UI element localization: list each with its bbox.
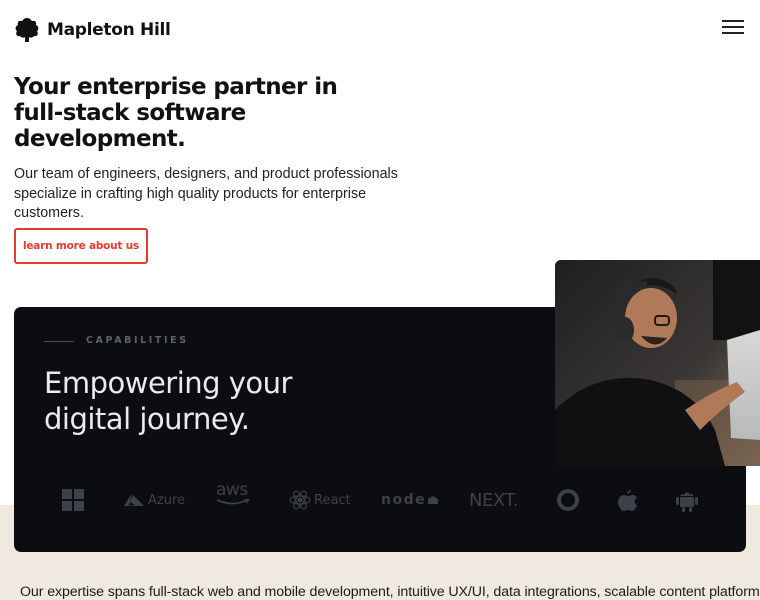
capabilities-divider bbox=[44, 341, 74, 342]
brand-logo[interactable]: Mapleton Hill bbox=[14, 17, 171, 43]
brand-name: Mapleton Hill bbox=[47, 20, 171, 40]
learn-more-button[interactable]: learn more about us bbox=[14, 228, 148, 264]
react-logo: React bbox=[289, 483, 351, 517]
tree-logo-icon bbox=[15, 18, 39, 42]
technology-logos: Azure aws React node NEXT. bbox=[14, 481, 746, 517]
circle-logo bbox=[556, 483, 580, 517]
developer-photo bbox=[555, 260, 760, 466]
windows-icon bbox=[62, 483, 84, 517]
nodejs-logo: node bbox=[381, 483, 439, 517]
hero-title: Your enterprise partner in full-stack so… bbox=[14, 74, 338, 152]
hero-subtitle: Our team of engineers, designers, and pr… bbox=[14, 166, 398, 221]
capabilities-label: CAPABILITIES bbox=[86, 335, 189, 346]
azure-logo: Azure bbox=[124, 483, 185, 517]
site-header: Mapleton Hill bbox=[14, 17, 746, 45]
nextjs-logo: NEXT. bbox=[469, 489, 518, 511]
android-icon bbox=[675, 483, 699, 517]
apple-icon bbox=[618, 483, 638, 517]
aws-logo: aws bbox=[216, 481, 250, 515]
hamburger-menu-icon[interactable] bbox=[722, 20, 744, 34]
capabilities-title: Empowering your digital journey. bbox=[44, 366, 292, 436]
expertise-text: Our expertise spans full-stack web and m… bbox=[20, 584, 760, 600]
